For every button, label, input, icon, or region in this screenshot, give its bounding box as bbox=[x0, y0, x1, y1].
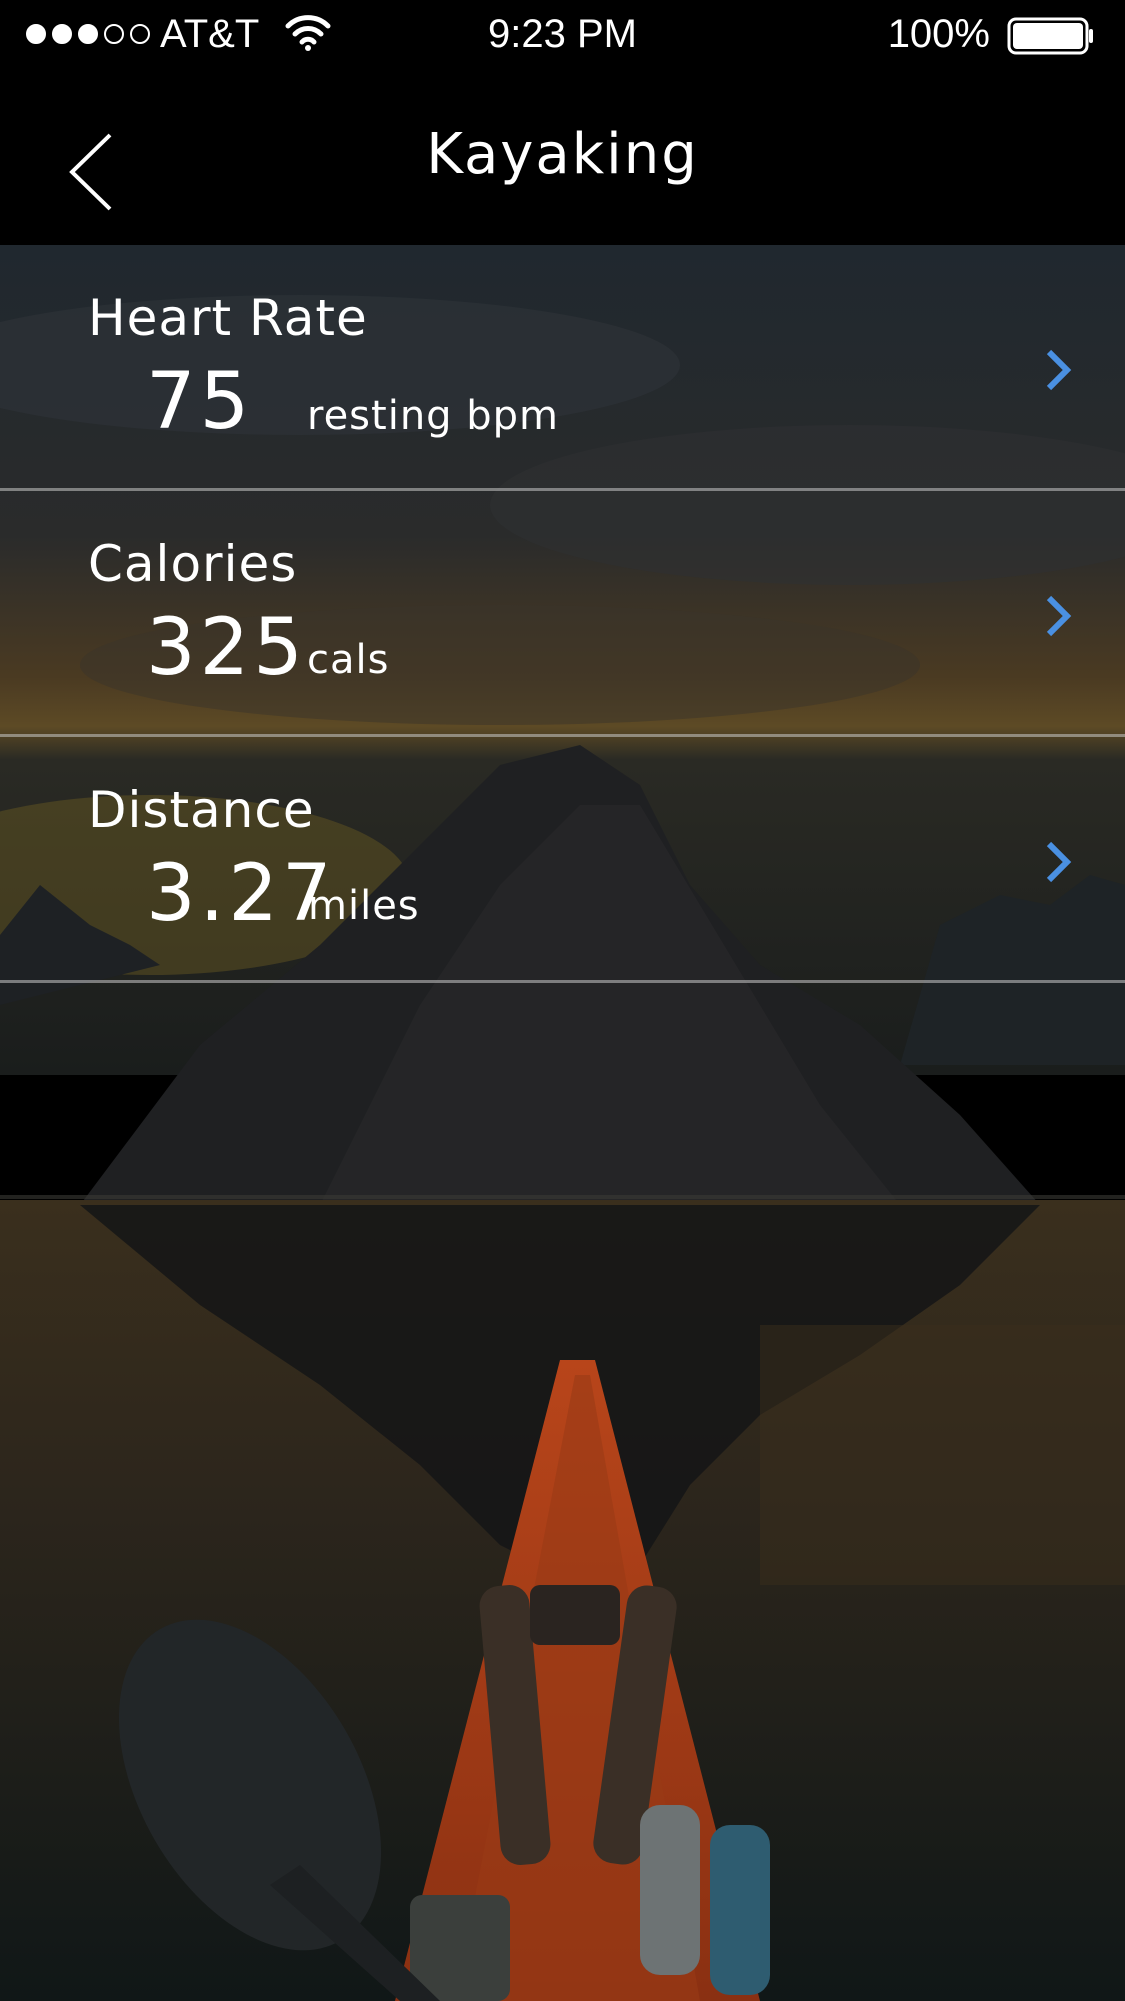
distance-label: Distance bbox=[88, 781, 315, 839]
metric-row-heart-rate[interactable]: Heart Rate 75 resting bpm bbox=[0, 245, 1125, 491]
metrics-list: Heart Rate 75 resting bpm Calories 325 c… bbox=[0, 245, 1125, 983]
calories-unit: cals bbox=[307, 637, 390, 683]
heart-rate-label: Heart Rate bbox=[88, 289, 368, 347]
calories-label: Calories bbox=[88, 535, 298, 593]
navigation-bar: Kayaking bbox=[0, 72, 1125, 245]
distance-unit: miles bbox=[308, 883, 420, 929]
chevron-right-icon[interactable] bbox=[1043, 347, 1073, 393]
battery-icon bbox=[1007, 17, 1093, 55]
heart-rate-value: 75 bbox=[146, 357, 254, 447]
battery-percentage: 100% bbox=[887, 12, 990, 56]
calories-value: 325 bbox=[146, 603, 307, 693]
chevron-right-icon[interactable] bbox=[1043, 593, 1073, 639]
metric-row-calories[interactable]: Calories 325 cals bbox=[0, 491, 1125, 737]
status-bar: AT&T 9:23 PM 100% bbox=[0, 0, 1125, 72]
heart-rate-unit: resting bpm bbox=[307, 393, 560, 439]
page-title: Kayaking bbox=[426, 122, 699, 187]
chevron-right-icon[interactable] bbox=[1043, 839, 1073, 885]
app-screen: AT&T 9:23 PM 100% Kayaking Heart Rate 75… bbox=[0, 0, 1125, 2001]
metric-row-distance[interactable]: Distance 3.27 miles bbox=[0, 737, 1125, 983]
